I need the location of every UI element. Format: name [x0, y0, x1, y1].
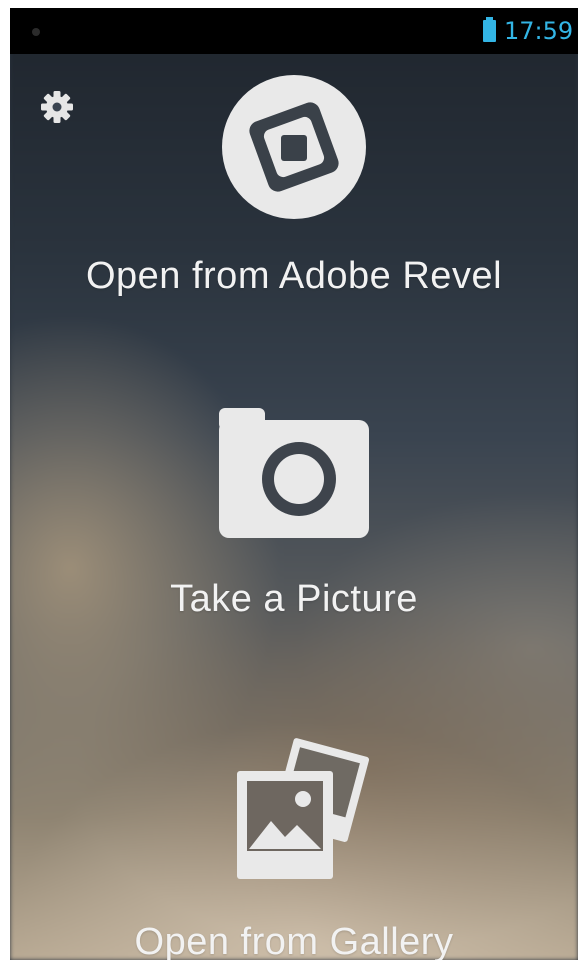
status-time: 17:59: [504, 17, 574, 45]
adobe-revel-icon: [222, 75, 366, 219]
gallery-icon: [237, 738, 369, 879]
open-from-gallery-label: Open from Gallery: [134, 921, 454, 960]
open-from-gallery-button[interactable]: Open from Gallery: [10, 733, 578, 960]
notification-dot-icon: [32, 28, 40, 36]
open-from-adobe-revel-label: Open from Adobe Revel: [85, 255, 503, 297]
open-from-adobe-revel-button[interactable]: Open from Adobe Revel: [10, 68, 578, 308]
take-a-picture-label: Take a Picture: [170, 578, 418, 620]
battery-icon: [483, 17, 496, 42]
status-bar: 17:59: [10, 8, 578, 54]
take-a-picture-button[interactable]: Take a Picture: [10, 408, 578, 638]
app-screen: 17:59 Open from Adobe Revel Take a Pictu…: [10, 8, 578, 960]
camera-icon: [219, 408, 369, 538]
